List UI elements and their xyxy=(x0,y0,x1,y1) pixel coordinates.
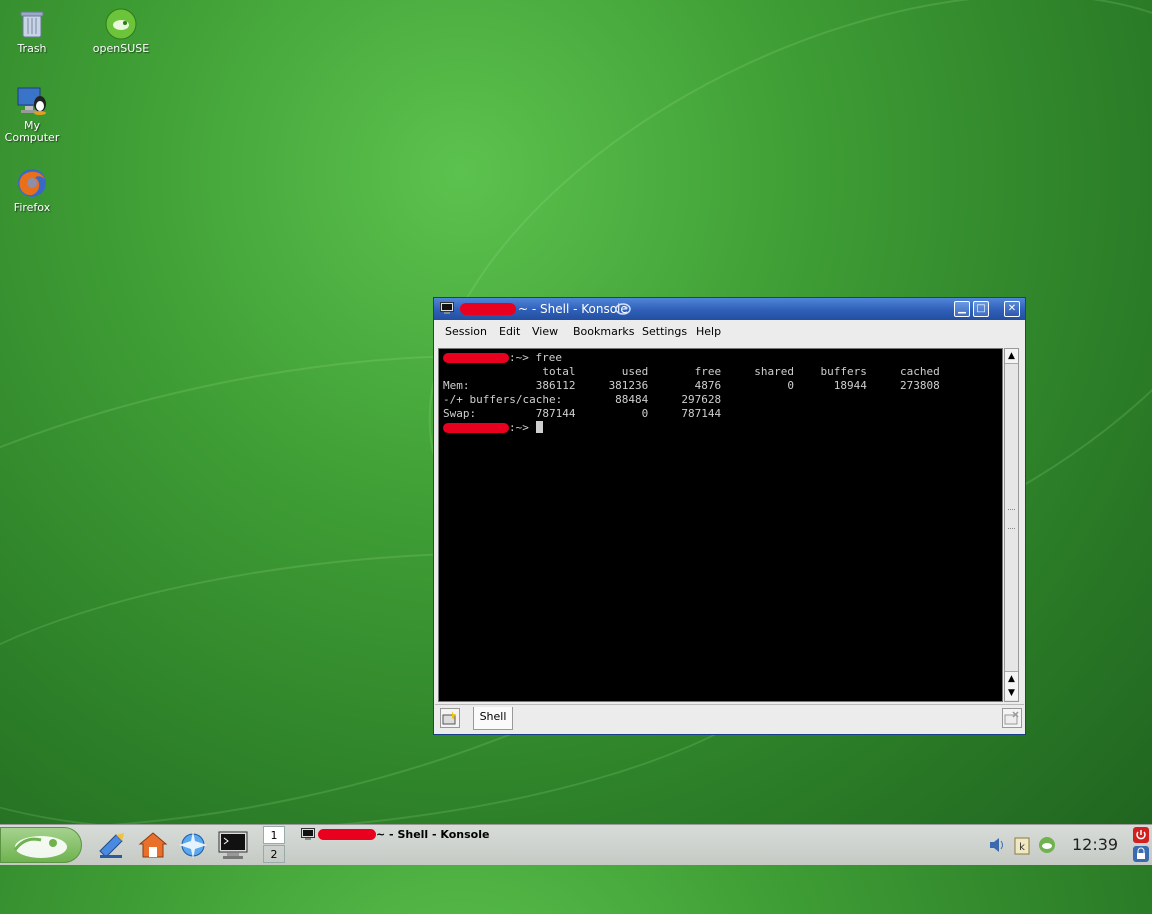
home-folder-icon[interactable] xyxy=(137,829,169,861)
logout-button[interactable] xyxy=(1133,827,1149,843)
maximize-button[interactable]: □ xyxy=(973,301,989,317)
power-icon xyxy=(1136,830,1146,840)
taskbar-task-konsole[interactable]: ~ - Shell - Konsole xyxy=(298,826,528,846)
firefox-icon xyxy=(15,166,49,200)
svg-text:k: k xyxy=(1019,842,1025,853)
menu-session[interactable]: Session xyxy=(445,325,487,338)
menu-bookmarks[interactable]: Bookmarks xyxy=(573,325,634,338)
window-title: ~ - Shell - Konsole xyxy=(518,302,628,316)
opensuse-icon xyxy=(614,301,632,317)
opensuse-logo-icon xyxy=(13,836,67,858)
klipper-icon[interactable]: k xyxy=(1012,835,1032,855)
desktop-icon-firefox[interactable]: Firefox xyxy=(0,166,67,214)
desktop-icon-my-computer[interactable]: My Computer xyxy=(0,84,67,144)
new-session-icon xyxy=(442,711,457,725)
scroll-up-button[interactable]: ▲ xyxy=(1005,349,1018,364)
clock[interactable]: 12:39 xyxy=(1072,835,1118,854)
terminal-output-line: Swap: 787144 0 787144 xyxy=(443,407,722,420)
desktop-icon-label: My Computer xyxy=(4,119,60,144)
menu-view[interactable]: View xyxy=(532,325,558,338)
menubar: Session Edit View Bookmarks Settings Hel… xyxy=(435,320,1024,342)
start-menu-button[interactable] xyxy=(0,827,82,863)
taskbar: 1 2 ~ - Shell - Konsole k 12:39 xyxy=(0,824,1152,865)
my-computer-icon xyxy=(15,84,49,118)
minimize-button[interactable]: ▁ xyxy=(954,301,970,317)
terminal-icon xyxy=(440,302,454,315)
opensuse-icon xyxy=(104,7,138,41)
scroll-down-button[interactable]: ▼ xyxy=(1005,686,1018,700)
session-tabbar: Shell xyxy=(435,704,1024,733)
terminal-output-line: Mem: 386112 381236 4876 0 18944 273808 xyxy=(443,379,940,392)
terminal-output-line: total used free shared buffers cached xyxy=(443,365,940,378)
desktop-icon-label: Firefox xyxy=(13,201,51,214)
desktop-icon-trash[interactable]: Trash xyxy=(0,7,67,55)
opensuse-updater-icon[interactable] xyxy=(1037,835,1057,855)
office-icon[interactable] xyxy=(96,829,128,861)
terminal-output-line: -/+ buffers/cache: 88484 297628 xyxy=(443,393,722,406)
close-button[interactable]: ✕ xyxy=(1004,301,1020,317)
terminal-command: :~> free xyxy=(509,351,562,364)
pager-desktop-1[interactable]: 1 xyxy=(263,826,285,844)
desktop-icon-label: Trash xyxy=(17,42,47,55)
tab-shell[interactable]: Shell xyxy=(473,707,513,730)
menu-edit[interactable]: Edit xyxy=(499,325,520,338)
minimize-icon: ▁ xyxy=(958,303,966,314)
lock-icon xyxy=(1137,847,1145,859)
maximize-icon: □ xyxy=(976,303,986,314)
terminal-area[interactable]: :~> free total used free shared buffers … xyxy=(438,348,1003,702)
arrow-up-icon: ▲ xyxy=(1008,351,1015,361)
text-cursor xyxy=(535,421,543,433)
arrow-up-icon: ▲ xyxy=(1008,674,1015,684)
new-session-button[interactable] xyxy=(440,708,460,728)
volume-icon[interactable] xyxy=(987,835,1007,855)
terminal-scrollbar[interactable]: ▲ ▲ ▼ xyxy=(1004,348,1019,702)
terminal-launcher-icon[interactable] xyxy=(217,829,249,861)
prompt-text: :~> xyxy=(509,421,536,434)
pager-desktop-2[interactable]: 2 xyxy=(263,845,285,863)
terminal-prompt: :~> xyxy=(509,421,543,435)
konsole-window[interactable]: ~ - Shell - Konsole ▁ □ ✕ Session Edit V… xyxy=(433,297,1026,735)
redacted-username xyxy=(318,829,376,840)
web-browser-icon[interactable] xyxy=(177,829,209,861)
close-session-button[interactable] xyxy=(1002,708,1022,728)
desktop-pager: 1 2 xyxy=(263,826,285,864)
redacted-username xyxy=(460,303,516,315)
terminal-icon xyxy=(301,828,315,844)
menu-help[interactable]: Help xyxy=(696,325,721,338)
menu-settings[interactable]: Settings xyxy=(642,325,687,338)
redacted-username xyxy=(443,353,509,363)
window-titlebar[interactable]: ~ - Shell - Konsole ▁ □ ✕ xyxy=(434,298,1025,320)
scroll-up-button[interactable]: ▲ xyxy=(1005,671,1018,687)
task-title: ~ - Shell - Konsole xyxy=(376,828,490,841)
scrollbar-grip[interactable] xyxy=(1008,509,1015,529)
lock-screen-button[interactable] xyxy=(1133,846,1149,862)
close-session-icon xyxy=(1004,711,1019,725)
trash-icon xyxy=(15,7,49,41)
arrow-down-icon: ▼ xyxy=(1008,688,1015,698)
desktop-icon-opensuse[interactable]: openSUSE xyxy=(86,7,156,55)
redacted-username xyxy=(443,423,509,433)
close-icon: ✕ xyxy=(1007,303,1017,314)
desktop-icon-label: openSUSE xyxy=(92,42,150,55)
